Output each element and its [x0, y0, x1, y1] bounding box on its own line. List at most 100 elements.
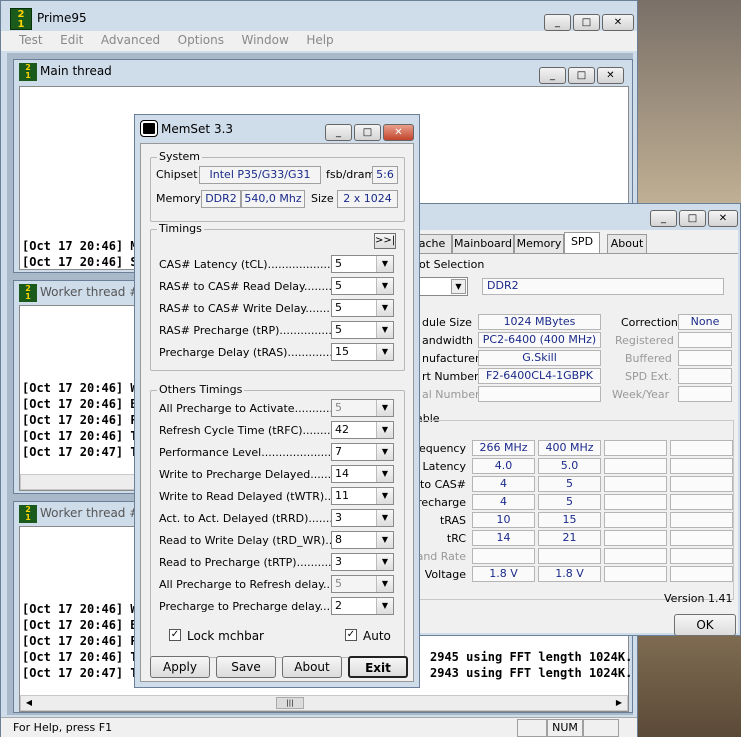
exit-button[interactable]: Exit	[348, 656, 408, 678]
main-thread-minimize-button[interactable]: _	[539, 67, 566, 84]
about-button[interactable]: About	[282, 656, 342, 678]
spd-timing-cell	[604, 476, 667, 492]
menu-edit[interactable]: Edit	[60, 33, 83, 47]
chevron-down-icon[interactable]: ▼	[376, 532, 393, 548]
timing-value-select[interactable]: 3 ▼	[331, 509, 394, 527]
module-size-value: 1024 MBytes	[478, 314, 601, 330]
memset-maximize-button[interactable]: □	[354, 124, 381, 141]
chevron-down-icon[interactable]: ▼	[376, 322, 393, 338]
timing-value-select[interactable]: 42 ▼	[331, 421, 394, 439]
buffered-label: Buffered	[625, 352, 672, 365]
timing-value-select[interactable]: 2 ▼	[331, 597, 394, 615]
save-button[interactable]: Save	[216, 656, 276, 678]
status-cell-scroll	[583, 719, 619, 737]
spd-timing-row-label: recharge	[417, 496, 466, 509]
chevron-down-icon[interactable]: ▼	[376, 256, 393, 272]
scrollbar-thumb[interactable]: |||	[276, 697, 304, 709]
chevron-down-icon[interactable]: ▼	[451, 279, 466, 294]
spd-timing-cell	[670, 548, 733, 564]
chevron-down-icon[interactable]: ▼	[376, 510, 393, 526]
timing-value-select[interactable]: 3 ▼	[331, 553, 394, 571]
slot-select-dropdown[interactable]: ▼	[412, 277, 468, 296]
chevron-down-icon[interactable]: ▼	[376, 598, 393, 614]
prime95-app-icon: 21	[10, 8, 32, 30]
system-group-title: System	[157, 150, 203, 163]
memory-speed-field: 540,0 Mhz	[241, 190, 305, 208]
menu-window[interactable]: Window	[241, 33, 288, 47]
tab-about[interactable]: About	[607, 234, 647, 253]
close-button[interactable]: ✕	[602, 14, 634, 31]
spd-tab-strip: ache Mainboard Memory SPD About	[412, 232, 738, 254]
memset-window: MemSet 3.3 _ □ ✕ System Chipset Intel P3…	[134, 114, 420, 688]
spd-window: _ □ ✕ ache Mainboard Memory SPD About lo…	[407, 203, 741, 636]
scrollbar-right-arrow[interactable]: ▶	[611, 696, 627, 710]
timing-value-select[interactable]: 5 ▼	[331, 277, 394, 295]
tab-memory[interactable]: Memory	[514, 234, 564, 253]
worker2-horizontal-scrollbar[interactable]: ◀ ||| ▶	[20, 695, 628, 711]
worker1-log-line: [Oct 17 20:46] Wo	[22, 381, 145, 395]
spd-timing-cell: 21	[538, 530, 601, 546]
other-timing-label: Read to Precharge (tRTP)................…	[159, 556, 331, 569]
ok-button[interactable]: OK	[674, 614, 736, 636]
chevron-down-icon: ▼	[376, 576, 393, 592]
maximize-button[interactable]: □	[573, 14, 600, 31]
spd-maximize-button[interactable]: □	[679, 210, 706, 227]
size-label: Size	[311, 192, 334, 205]
spd-timing-cell	[670, 512, 733, 528]
worker2-log-line: [Oct 17 20:46] Tes	[22, 650, 153, 664]
timing-value-select[interactable]: 5 ▼	[331, 255, 394, 273]
other-timing-label: Write to Read Delayed (tWTR)............	[159, 490, 331, 503]
timing-value-select[interactable]: 5 ▼	[331, 299, 394, 317]
spd-ext-value	[678, 368, 732, 384]
module-size-label: dule Size	[422, 316, 472, 329]
spd-timing-cell	[472, 548, 535, 564]
auto-checkbox[interactable]: ✓	[345, 629, 357, 641]
memset-close-button[interactable]: ✕	[383, 124, 414, 141]
menu-advanced[interactable]: Advanced	[101, 33, 160, 47]
timing-label: RAS# Precharge (tRP)....................	[159, 324, 331, 337]
timing-value-select[interactable]: 15 ▼	[331, 343, 394, 361]
timing-value: 8	[335, 533, 342, 546]
spd-close-button[interactable]: ✕	[708, 210, 738, 227]
part-number-value: F2-6400CL4-1GBPK	[478, 368, 601, 384]
spd-timing-row-label: and Rate	[416, 550, 466, 563]
chevron-down-icon[interactable]: ▼	[376, 422, 393, 438]
memset-body: System Chipset Intel P35/G33/G31 fsb/dra…	[140, 143, 414, 682]
main-thread-maximize-button[interactable]: □	[568, 67, 595, 84]
tab-mainboard[interactable]: Mainboard	[452, 234, 514, 253]
chevron-down-icon[interactable]: ▼	[376, 278, 393, 294]
apply-button[interactable]: Apply	[150, 656, 210, 678]
menu-test[interactable]: Test	[19, 33, 43, 47]
chevron-down-icon[interactable]: ▼	[376, 300, 393, 316]
menu-help[interactable]: Help	[306, 33, 333, 47]
chevron-down-icon[interactable]: ▼	[376, 554, 393, 570]
lock-mchbar-checkbox[interactable]: ✓	[169, 629, 181, 641]
spd-timing-cell	[604, 548, 667, 564]
spd-timing-cell: 15	[538, 512, 601, 528]
worker2-log-tail: 2945 using FFT length 1024K.	[430, 650, 633, 664]
menu-options[interactable]: Options	[178, 33, 224, 47]
chevron-down-icon[interactable]: ▼	[376, 444, 393, 460]
spd-minimize-button[interactable]: _	[650, 210, 677, 227]
memset-minimize-button[interactable]: _	[325, 124, 352, 141]
timing-value-select[interactable]: 14 ▼	[331, 465, 394, 483]
spd-body: ache Mainboard Memory SPD About lot Sele…	[412, 230, 738, 636]
timing-value-select: 5 ▼	[331, 399, 394, 417]
tab-spd[interactable]: SPD	[564, 232, 600, 254]
timing-value: 5	[335, 577, 342, 590]
minimize-button[interactable]: _	[544, 14, 571, 31]
spd-timing-cell: 4	[472, 494, 535, 510]
timing-value-select[interactable]: 5 ▼	[331, 321, 394, 339]
status-cell-num: NUM	[547, 719, 583, 737]
timing-value-select[interactable]: 8 ▼	[331, 531, 394, 549]
timing-value-select[interactable]: 7 ▼	[331, 443, 394, 461]
main-thread-close-button[interactable]: ✕	[597, 67, 624, 84]
chevron-down-icon[interactable]: ▼	[376, 344, 393, 360]
scrollbar-left-arrow[interactable]: ◀	[21, 696, 37, 710]
timing-value-select[interactable]: 11 ▼	[331, 487, 394, 505]
chevron-down-icon[interactable]: ▼	[376, 466, 393, 482]
spd-timing-row-label: equency	[418, 442, 466, 455]
chevron-down-icon[interactable]: ▼	[376, 488, 393, 504]
expand-button[interactable]: >>|	[374, 233, 396, 249]
other-timing-label: Performance Level.......................…	[159, 446, 331, 459]
